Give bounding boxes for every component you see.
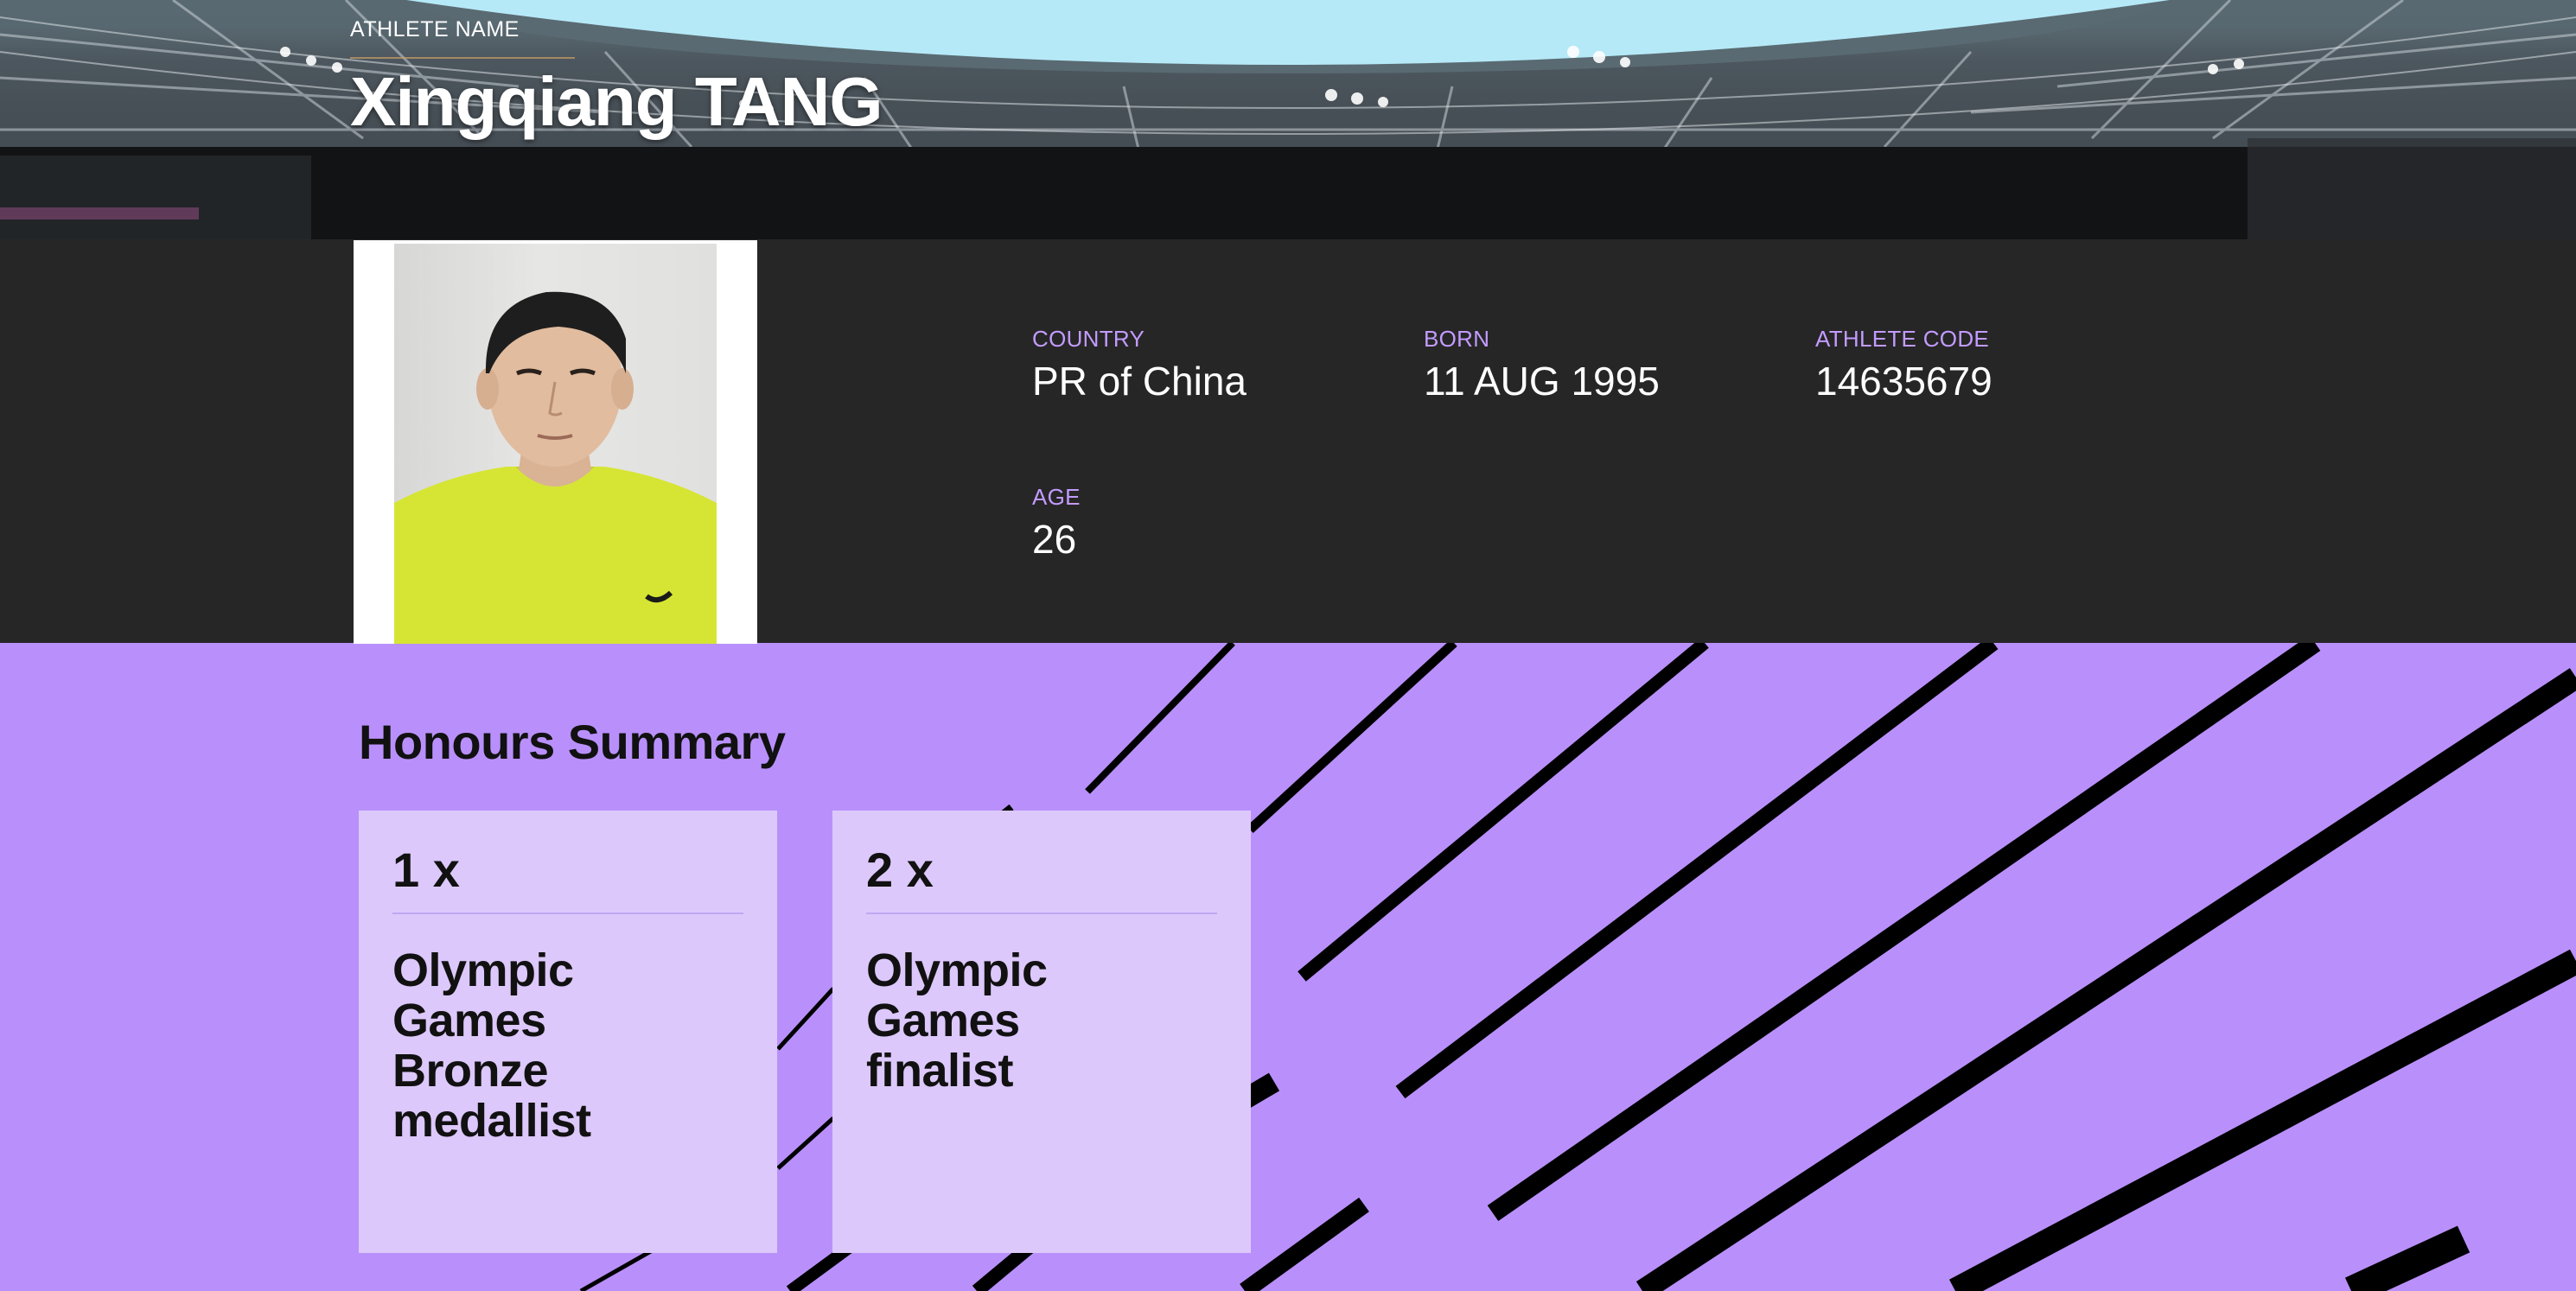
hero-banner: ATHLETE NAME Xingqiang TANG xyxy=(0,0,2576,239)
honours-section: Honours Summary 1 x Olympic Games Bronze… xyxy=(0,643,2576,1291)
athlete-portrait-image xyxy=(394,291,717,644)
country-value: PR of China xyxy=(1032,359,1247,404)
age-value: 26 xyxy=(1032,517,1077,562)
athlete-code-label: ATHLETE CODE xyxy=(1815,326,1990,352)
athlete-photo-frame xyxy=(354,240,757,644)
age-field: AGE 26 xyxy=(1032,484,1081,563)
athlete-code-field: ATHLETE CODE 14635679 xyxy=(1815,326,1993,404)
age-label: AGE xyxy=(1032,484,1081,510)
honours-summary-title: Honours Summary xyxy=(359,715,786,769)
born-field: BORN 11 AUG 1995 xyxy=(1424,326,1660,404)
honour-count: 1 x xyxy=(392,843,460,897)
honour-description: Olympic Games finalist xyxy=(866,944,1048,1097)
country-label: COUNTRY xyxy=(1032,326,1145,352)
honour-card: 1 x Olympic Games Bronze medallist xyxy=(359,811,777,1253)
athlete-name: Xingqiang TANG xyxy=(350,63,883,140)
honour-card: 2 x Olympic Games finalist xyxy=(832,811,1251,1253)
card-divider xyxy=(392,913,743,914)
born-value: 11 AUG 1995 xyxy=(1424,359,1660,404)
honour-description: Olympic Games Bronze medallist xyxy=(392,944,591,1147)
athlete-photo xyxy=(394,244,717,644)
country-field: COUNTRY PR of China xyxy=(1032,326,1247,404)
born-label: BORN xyxy=(1424,326,1490,352)
athlete-code-value: 14635679 xyxy=(1815,359,1993,404)
athlete-name-label: ATHLETE NAME xyxy=(350,17,520,41)
honour-count: 2 x xyxy=(866,843,934,897)
card-divider xyxy=(866,913,1217,914)
label-underline xyxy=(350,57,575,59)
